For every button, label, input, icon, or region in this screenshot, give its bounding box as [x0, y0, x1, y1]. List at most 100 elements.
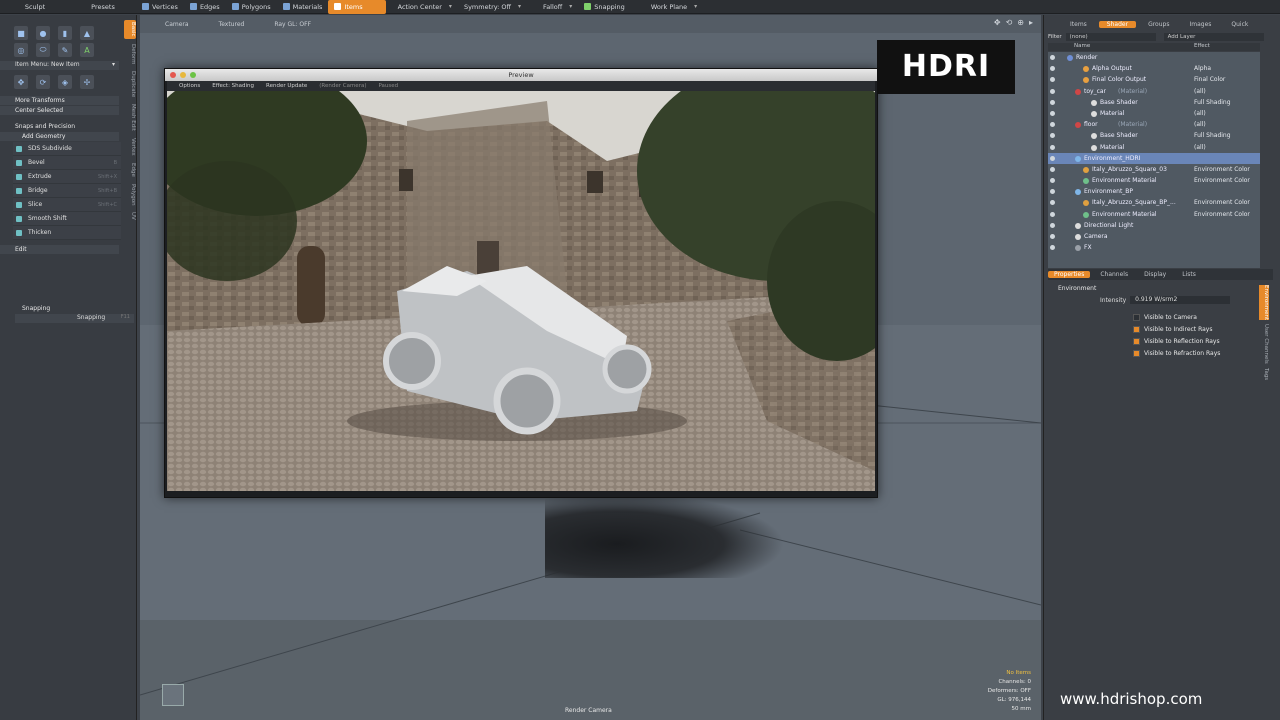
- visibility-eye-icon[interactable]: [1050, 88, 1055, 94]
- visibility-eye-icon[interactable]: [1050, 122, 1055, 128]
- tool-sds-subdivide[interactable]: SDS Subdivide: [13, 142, 121, 156]
- tab-groups[interactable]: Groups: [1140, 21, 1177, 28]
- text-icon[interactable]: A: [80, 43, 94, 57]
- visible-to-reflection-row[interactable]: Visible to Reflection Rays: [1133, 338, 1220, 345]
- visibility-eye-icon[interactable]: [1050, 144, 1055, 150]
- intensity-field[interactable]: 0.919 W/srm2: [1130, 296, 1231, 304]
- preview-window[interactable]: Preview Options Effect: Shading Render U…: [164, 68, 878, 498]
- vtab-basic[interactable]: Basic: [124, 20, 136, 39]
- shader-tree-row[interactable]: Material (all): [1048, 108, 1260, 119]
- shader-tree-row[interactable]: Base Shader Full Shading: [1048, 97, 1260, 108]
- shader-tree-row[interactable]: Environment_BP: [1048, 186, 1260, 197]
- sphere-icon[interactable]: ●: [36, 26, 50, 40]
- tab-images[interactable]: Images: [1181, 21, 1219, 28]
- filter-dropdown[interactable]: (none): [1065, 32, 1156, 41]
- sculpt-tab[interactable]: Sculpt: [0, 0, 70, 14]
- visibility-eye-icon[interactable]: [1050, 200, 1055, 206]
- shader-tree-row[interactable]: Camera: [1048, 231, 1260, 242]
- shader-tree-row[interactable]: FX: [1048, 242, 1260, 253]
- edit-dropdown[interactable]: Edit: [0, 245, 119, 254]
- visibility-eye-icon[interactable]: [1050, 211, 1055, 217]
- minimize-icon[interactable]: [180, 72, 186, 78]
- shader-tree-row[interactable]: Alpha Output Alpha: [1048, 63, 1260, 74]
- visibility-eye-icon[interactable]: [1050, 234, 1055, 239]
- tab-channels[interactable]: Channels: [1094, 271, 1134, 278]
- maximize-window-icon[interactable]: [190, 72, 196, 78]
- tab-items[interactable]: Items: [1062, 21, 1095, 28]
- shader-tree-row[interactable]: Directional Light: [1048, 220, 1260, 231]
- transform-icon[interactable]: ✢: [80, 75, 94, 89]
- scale-icon[interactable]: ◈: [58, 75, 72, 89]
- vtab-uv[interactable]: UV: [124, 210, 136, 222]
- close-icon[interactable]: [170, 72, 176, 78]
- edges-button[interactable]: Edges: [184, 0, 226, 14]
- shader-tree-row[interactable]: Italy_Abruzzo_Square_03 Environment Color: [1048, 164, 1260, 175]
- tool-slice[interactable]: Slice Shift+C: [13, 198, 121, 212]
- tool-bridge[interactable]: Bridge Shift+B: [13, 184, 121, 198]
- tab-quick[interactable]: Quick: [1223, 21, 1256, 28]
- add-layer-dropdown[interactable]: Add Layer: [1163, 32, 1264, 41]
- add-geometry-header[interactable]: Add Geometry: [0, 132, 119, 141]
- shader-tree-row[interactable]: Environment_HDRI: [1048, 152, 1260, 164]
- vtab-environment[interactable]: Environment: [1259, 285, 1269, 321]
- symmetry-dropdown[interactable]: Symmetry: Off: [458, 0, 527, 14]
- tab-properties[interactable]: Properties: [1048, 271, 1091, 278]
- presets-tab[interactable]: Presets: [70, 0, 136, 14]
- tab-display[interactable]: Display: [1138, 271, 1172, 278]
- tool-extrude[interactable]: Extrude Shift+X: [13, 170, 121, 184]
- visibility-eye-icon[interactable]: [1050, 110, 1055, 116]
- preview-options-button[interactable]: Options: [179, 83, 200, 89]
- visibility-eye-icon[interactable]: [1050, 245, 1055, 251]
- tool-smooth-shift[interactable]: Smooth Shift: [13, 212, 121, 226]
- snapping-header[interactable]: Snapping: [0, 304, 136, 313]
- visibility-eye-icon[interactable]: [1050, 66, 1055, 72]
- more-transforms-dropdown[interactable]: More Transforms: [0, 96, 119, 105]
- visibility-eye-icon[interactable]: [1050, 166, 1055, 172]
- center-selected-dropdown[interactable]: Center Selected: [0, 106, 119, 115]
- shader-tree-row[interactable]: Material (all): [1048, 142, 1260, 153]
- snapping-button[interactable]: Snapping F11: [15, 314, 134, 323]
- vtab-deform[interactable]: Deform: [124, 42, 136, 66]
- shader-tree-row[interactable]: Final Color Output Final Color: [1048, 74, 1260, 85]
- vtab-edge[interactable]: Edge: [124, 161, 136, 179]
- vtab-duplicate[interactable]: Duplicate: [124, 69, 136, 99]
- rotate-icon[interactable]: ⟳: [36, 75, 50, 89]
- visibility-eye-icon[interactable]: [1050, 222, 1055, 228]
- shader-tree-row[interactable]: Italy_Abruzzo_Square_BP_... Environment C…: [1048, 197, 1260, 208]
- visible-to-camera-row[interactable]: Visible to Camera: [1133, 314, 1197, 321]
- vtab-vertex[interactable]: Vertex: [124, 136, 136, 158]
- materials-button[interactable]: Materials: [277, 0, 329, 14]
- snaps-precision-header[interactable]: Snaps and Precision: [0, 122, 136, 131]
- polygons-button[interactable]: Polygons: [226, 0, 277, 14]
- cube-icon[interactable]: ■: [14, 26, 28, 40]
- vtab-user-channels[interactable]: User Channels: [1259, 324, 1269, 364]
- visibility-eye-icon[interactable]: [1050, 99, 1055, 105]
- visible-to-refraction-row[interactable]: Visible to Refraction Rays: [1133, 350, 1220, 357]
- visible-to-reflection-checkbox[interactable]: [1133, 338, 1140, 345]
- shader-tree-row[interactable]: toy_car (Material) (all): [1048, 86, 1260, 97]
- tab-shader[interactable]: Shader: [1098, 21, 1137, 28]
- snapping-toggle[interactable]: Snapping: [578, 0, 631, 14]
- visible-to-camera-checkbox[interactable]: [1133, 314, 1140, 321]
- visibility-eye-icon[interactable]: [1050, 155, 1055, 161]
- items-button[interactable]: Items: [328, 0, 386, 14]
- move-icon[interactable]: ✥: [14, 75, 28, 89]
- visible-to-indirect-checkbox[interactable]: [1133, 326, 1140, 333]
- shader-tree-row[interactable]: Base Shader Full Shading: [1048, 130, 1260, 141]
- cone-icon[interactable]: ▲: [80, 26, 94, 40]
- visibility-eye-icon[interactable]: [1050, 55, 1055, 60]
- pen-icon[interactable]: ✎: [58, 43, 72, 57]
- preview-render-update[interactable]: Render Update: [266, 83, 307, 89]
- preview-titlebar[interactable]: Preview: [165, 69, 877, 81]
- tool-thicken[interactable]: Thicken: [13, 226, 121, 240]
- item-menu-dropdown[interactable]: Item Menu: New Item ▾: [0, 61, 119, 70]
- visibility-eye-icon[interactable]: [1050, 133, 1055, 139]
- visible-to-indirect-row[interactable]: Visible to Indirect Rays: [1133, 326, 1212, 333]
- vtab-polygon[interactable]: Polygon: [124, 182, 136, 208]
- torus-icon[interactable]: ◎: [14, 43, 28, 57]
- shader-tree-row[interactable]: floor (Material) (all): [1048, 119, 1260, 130]
- shader-tree-row[interactable]: Render: [1048, 52, 1260, 63]
- preview-effect-dropdown[interactable]: Effect: Shading: [212, 83, 254, 89]
- shader-tree-row[interactable]: Environment Material Environment Color: [1048, 175, 1260, 186]
- capsule-icon[interactable]: ⬭: [36, 43, 50, 57]
